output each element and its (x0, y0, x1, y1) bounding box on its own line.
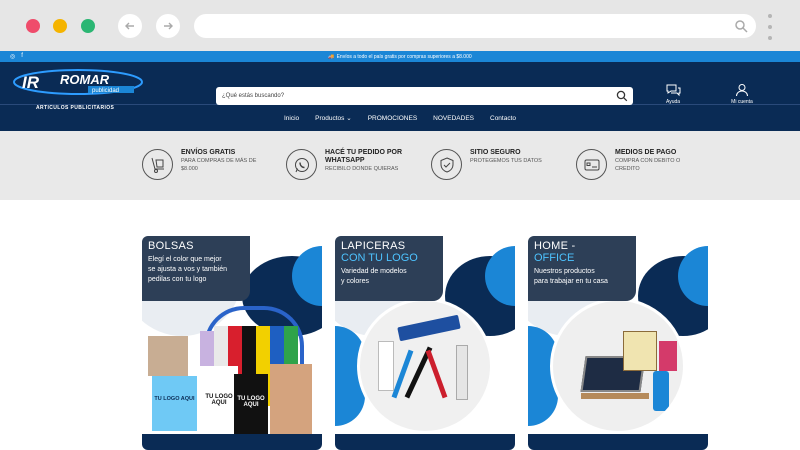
logo-tagline: ARTICULOS PUBLICITARIOS (36, 105, 115, 111)
card-title: HOME - (534, 240, 576, 252)
user-icon (736, 84, 748, 97)
arrow-left-icon (125, 22, 134, 30)
search-icon[interactable] (616, 90, 628, 102)
feature-secure-site: SITIO SEGURO PROTEGEMOS TUS DATOS (431, 149, 542, 180)
feature-sub: PARA COMPRAS DE MÁS DE (181, 158, 257, 164)
card-title-accent: CON TU LOGO (341, 252, 418, 264)
shield-check-icon (431, 149, 462, 180)
card-footer (142, 434, 322, 450)
hand-truck-icon (142, 149, 173, 180)
search-icon[interactable] (734, 19, 748, 33)
forward-button[interactable] (156, 14, 180, 38)
site-logo[interactable]: IR ROMAR publicidad (12, 68, 144, 96)
chevron-down-icon: ⌄ (346, 115, 352, 122)
arrow-right-icon (164, 22, 173, 30)
feature-whatsapp: HACÉ TU PEDIDO POR WHATSAPP RECIBILO DON… (286, 149, 402, 180)
card-desc: para trabajar en tu casa (534, 278, 608, 285)
pens-image (357, 298, 493, 434)
feature-sub: PROTEGEMOS TUS DATOS (470, 158, 542, 164)
card-footer (335, 434, 515, 450)
credit-card-icon (576, 149, 607, 180)
card-title: BOLSAS (148, 240, 194, 252)
card-footer (528, 434, 708, 450)
feature-sub: COMPRA CON DEBITO O (615, 158, 681, 164)
web-page: ◎ f 🚚 Envíos a todo el país gratis por c… (0, 51, 800, 450)
card-desc: y colores (341, 278, 370, 285)
card-panel: HOME - OFFICE Nuestros productos para tr… (528, 236, 636, 301)
browser-menu-button[interactable] (766, 14, 774, 40)
feature-title: WHATSAPP (325, 157, 365, 164)
search-input[interactable]: ¿Qué estás buscando? (216, 87, 633, 105)
nav-item-novedades[interactable]: NOVEDADES (433, 115, 474, 122)
romar-logo-icon: IR ROMAR publicidad (13, 69, 143, 95)
feature-title: HACÉ TU PEDIDO POR (325, 149, 403, 156)
bag-label: TU LOGO AQUI (200, 366, 238, 434)
card-desc: Nuestros productos (534, 268, 595, 275)
promo-bar: ◎ f 🚚 Envíos a todo el país gratis por c… (0, 51, 800, 62)
card-desc: Variedad de modelos (341, 268, 407, 275)
facebook-icon[interactable]: f (21, 53, 23, 60)
feature-title: ENVÍOS GRATIS (181, 149, 236, 156)
svg-text:publicidad: publicidad (92, 88, 119, 94)
minimize-window-dot[interactable] (53, 19, 67, 33)
category-card-lapiceras[interactable]: LAPICERAS CON TU LOGO Variedad de modelo… (335, 236, 515, 450)
feature-title: SITIO SEGURO (470, 149, 521, 156)
feature-title: MEDIOS DE PAGO (615, 149, 677, 156)
nav-item-promociones[interactable]: PROMOCIONES (368, 115, 417, 122)
bags-image: TU LOGO AQUI TU LOGO AQUI TU LOGO AQUI (142, 296, 322, 436)
feature-payment: MEDIOS DE PAGO COMPRA CON DEBITO O CREDI… (576, 149, 680, 180)
card-desc: Elegí el color que mejor (148, 256, 222, 263)
card-desc: se ajusta a vos y también (148, 266, 227, 273)
close-window-dot[interactable] (26, 19, 40, 33)
back-button[interactable] (118, 14, 142, 38)
search-placeholder: ¿Qué estás buscando? (222, 93, 285, 99)
card-panel: BOLSAS Elegí el color que mejor se ajust… (142, 236, 250, 301)
category-card-bolsas[interactable]: TU LOGO AQUI TU LOGO AQUI TU LOGO AQUI B… (142, 236, 322, 450)
help-label: Ayuda (665, 99, 681, 105)
account-button[interactable]: Mi cuenta (722, 83, 762, 105)
nav-item-contacto[interactable]: Contacto (490, 115, 516, 122)
office-image (550, 298, 686, 434)
main-nav: Inicio Productos ⌄ PROMOCIONES NOVEDADES… (0, 104, 800, 131)
feature-sub: RECIBILO DONDE QUIERAS (325, 166, 399, 172)
whatsapp-icon (286, 149, 317, 180)
feature-sub: CREDITO (615, 166, 640, 172)
card-desc: pedilas con tu logo (148, 276, 207, 283)
category-card-home-office[interactable]: HOME - OFFICE Nuestros productos para tr… (528, 236, 708, 450)
card-title: LAPICERAS (341, 240, 406, 252)
feature-sub: $8.000 (181, 166, 198, 172)
address-bar[interactable] (194, 14, 756, 38)
instagram-icon[interactable]: ◎ (10, 53, 15, 60)
help-button[interactable]: Ayuda (653, 83, 693, 105)
card-panel: LAPICERAS CON TU LOGO Variedad de modelo… (335, 236, 443, 301)
chat-bubble-icon (666, 84, 681, 97)
promo-text: Envíos a todo el país gratis por compras… (336, 53, 472, 60)
svg-text:ROMAR: ROMAR (60, 72, 110, 87)
browser-window: ◎ f 🚚 Envíos a todo el país gratis por c… (0, 0, 800, 450)
truck-icon: 🚚 (328, 53, 335, 60)
nav-item-productos[interactable]: Productos ⌄ (315, 114, 352, 122)
bag-label: TU LOGO AQUI (152, 376, 197, 431)
account-label: Mi cuenta (731, 99, 753, 105)
card-title-accent: OFFICE (534, 252, 575, 264)
site-header: IR ROMAR publicidad ARTICULOS PUBLICITAR… (0, 62, 800, 111)
features-strip: ENVÍOS GRATIS PARA COMPRAS DE MÁS DE $8.… (0, 131, 800, 200)
maximize-window-dot[interactable] (81, 19, 95, 33)
feature-free-shipping: ENVÍOS GRATIS PARA COMPRAS DE MÁS DE $8.… (142, 149, 256, 180)
bag-label: TU LOGO AQUI (234, 374, 268, 434)
nav-item-inicio[interactable]: Inicio (284, 115, 299, 122)
svg-text:IR: IR (22, 73, 40, 92)
